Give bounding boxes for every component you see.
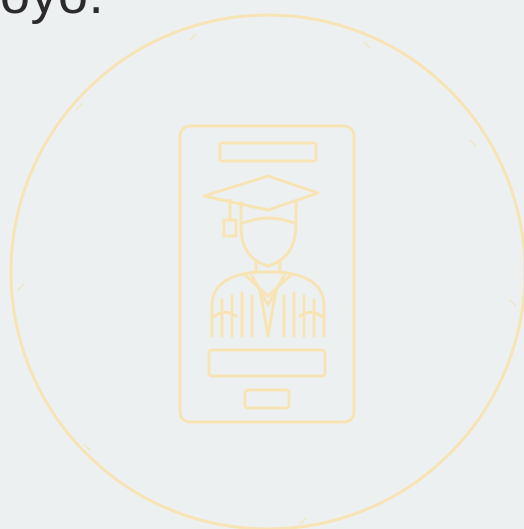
phone-outline <box>178 124 356 424</box>
tick-mark <box>363 41 371 49</box>
illustration-canvas: oyo. <box>0 0 524 529</box>
tick-mark <box>469 139 477 147</box>
tick-mark <box>189 33 197 41</box>
phone-home-button <box>243 388 291 410</box>
head-outline <box>239 222 298 268</box>
cap-tassel <box>222 198 238 238</box>
phone-bottom-bar <box>207 348 327 378</box>
phone-top-bar <box>218 141 318 163</box>
mobile-graduate-icon <box>9 13 524 529</box>
tick-mark <box>17 283 25 291</box>
gown-stole <box>250 274 286 338</box>
gown-sleeves <box>210 311 326 320</box>
tick-mark <box>509 299 517 307</box>
tick-mark <box>75 103 83 111</box>
tick-mark <box>83 443 91 451</box>
cap-top <box>202 174 320 212</box>
tick-mark <box>299 517 307 525</box>
